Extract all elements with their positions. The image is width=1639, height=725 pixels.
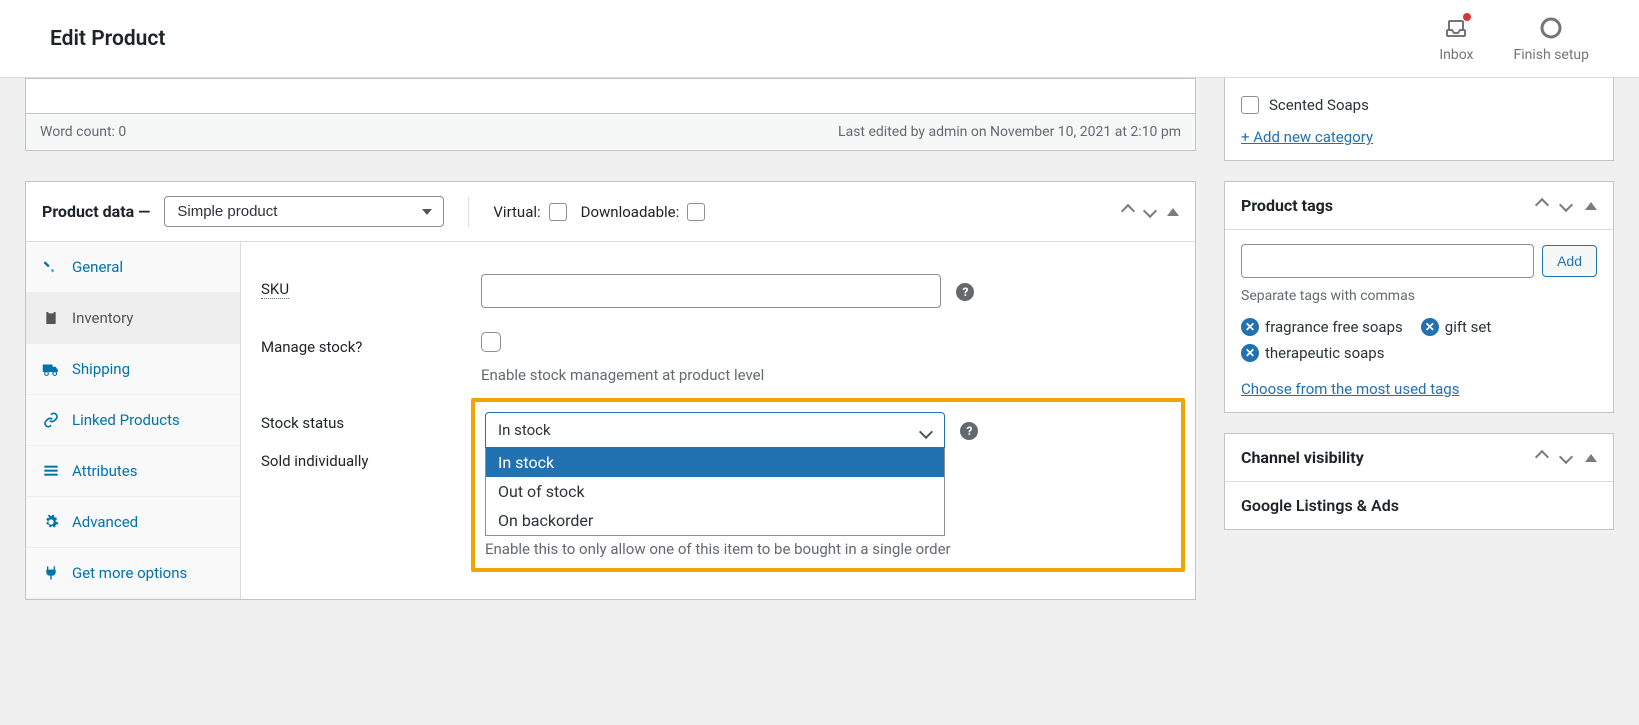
remove-tag-icon[interactable]: ✕ [1241, 318, 1259, 336]
tab-inventory[interactable]: Inventory [26, 293, 240, 344]
editor-footer: Word count: 0 Last edited by admin on No… [25, 114, 1196, 151]
tab-shipping[interactable]: Shipping [26, 344, 240, 395]
sku-label: SKU [261, 274, 461, 298]
choose-tags-link[interactable]: Choose from the most used tags [1241, 380, 1459, 398]
link-icon [42, 411, 60, 429]
tab-general[interactable]: General [26, 242, 240, 293]
tag-chip[interactable]: ✕ therapeutic soaps [1241, 344, 1384, 362]
product-tags-title: Product tags [1241, 196, 1333, 215]
metabox-up-icon[interactable] [1537, 198, 1547, 214]
product-data-content: SKU ? Manage stock? Enable stock managem… [241, 242, 1195, 599]
finish-setup-icon [1538, 15, 1564, 41]
notification-dot-icon [1463, 13, 1471, 21]
finish-setup-label: Finish setup [1514, 47, 1590, 63]
inbox-icon [1443, 15, 1469, 41]
downloadable-checkbox-label[interactable]: Downloadable: [581, 203, 706, 221]
metabox-down-icon[interactable] [1561, 450, 1571, 466]
metabox-down-icon[interactable] [1561, 198, 1571, 214]
channel-visibility-title: Channel visibility [1241, 448, 1364, 467]
virtual-checkbox[interactable] [549, 203, 567, 221]
metabox-toggle-icon[interactable] [1585, 450, 1597, 466]
tag-chip[interactable]: ✕ gift set [1421, 318, 1492, 336]
tab-linked-label: Linked Products [72, 411, 180, 429]
divider [468, 197, 469, 227]
downloadable-checkbox[interactable] [687, 203, 705, 221]
inbox-label: Inbox [1439, 47, 1473, 63]
top-bar: Edit Product Inbox Finish setup [0, 0, 1639, 78]
sold-individually-desc: Enable this to only allow one of this it… [485, 540, 1171, 558]
virtual-label: Virtual: [493, 203, 540, 221]
last-edited: Last edited by admin on November 10, 202… [838, 124, 1181, 140]
product-data-header: Product data — Simple product Virtual: D… [26, 182, 1195, 242]
tab-general-label: General [72, 258, 123, 276]
word-count: Word count: 0 [40, 124, 126, 140]
manage-stock-label: Manage stock? [261, 332, 461, 356]
manage-stock-desc: Enable stock management at product level [481, 366, 1175, 384]
category-label: Scented Soaps [1269, 96, 1369, 114]
tab-linked-products[interactable]: Linked Products [26, 395, 240, 446]
plug-icon [42, 564, 60, 582]
remove-tag-icon[interactable]: ✕ [1241, 344, 1259, 362]
editor-body-strip [25, 78, 1196, 114]
add-category-link[interactable]: + Add new category [1241, 128, 1373, 146]
tag-chip[interactable]: ✕ fragrance free soaps [1241, 318, 1403, 336]
downloadable-label: Downloadable: [581, 203, 680, 221]
stock-status-label: Stock status [261, 408, 461, 432]
gear-icon [42, 513, 60, 531]
tab-advanced[interactable]: Advanced [26, 497, 240, 548]
product-data-panel: Product data — Simple product Virtual: D… [25, 181, 1196, 600]
metabox-up-icon[interactable] [1537, 450, 1547, 466]
channel-visibility-metabox: Channel visibility Google Listings & Ads [1224, 433, 1614, 530]
wrench-icon [42, 258, 60, 276]
tag-label: fragrance free soaps [1265, 318, 1403, 336]
tag-label: therapeutic soaps [1265, 344, 1384, 362]
tag-label: gift set [1445, 318, 1492, 336]
help-icon[interactable]: ? [956, 283, 974, 301]
page-title: Edit Product [50, 27, 165, 51]
stock-option-on-backorder[interactable]: On backorder [486, 506, 944, 535]
product-tags-metabox: Product tags Add Separate tags with comm… [1224, 181, 1614, 413]
tab-advanced-label: Advanced [72, 513, 138, 531]
category-item[interactable]: Scented Soaps [1241, 92, 1597, 118]
panel-toggle-icon[interactable] [1167, 204, 1179, 220]
panel-down-icon[interactable] [1145, 204, 1155, 220]
finish-setup-button[interactable]: Finish setup [1514, 15, 1590, 63]
product-type-select[interactable]: Simple product [164, 196, 444, 227]
truck-icon [42, 360, 60, 378]
category-checkbox[interactable] [1241, 96, 1259, 114]
panel-controls [1123, 204, 1179, 220]
remove-tag-icon[interactable]: ✕ [1421, 318, 1439, 336]
manage-stock-checkbox[interactable] [481, 332, 501, 352]
stock-option-out-of-stock[interactable]: Out of stock [486, 477, 944, 506]
stock-status-select[interactable]: In stock [485, 412, 945, 448]
tab-inventory-label: Inventory [72, 309, 133, 327]
clipboard-icon [42, 309, 60, 327]
tag-hint: Separate tags with commas [1241, 288, 1597, 304]
stock-option-in-stock[interactable]: In stock [486, 448, 944, 477]
list-icon [42, 462, 60, 480]
sku-input[interactable] [481, 274, 941, 308]
help-icon[interactable]: ? [960, 422, 978, 440]
tab-more-label: Get more options [72, 564, 187, 582]
stock-status-dropdown: In stock Out of stock On backorder [485, 448, 945, 536]
add-tag-button[interactable]: Add [1542, 245, 1597, 277]
topbar-actions: Inbox Finish setup [1439, 15, 1589, 63]
tab-shipping-label: Shipping [72, 360, 130, 378]
metabox-toggle-icon[interactable] [1585, 198, 1597, 214]
virtual-checkbox-label[interactable]: Virtual: [493, 203, 566, 221]
stock-status-highlight: In stock ? In stock Out of stock On back… [471, 398, 1185, 572]
product-data-tabs: General Inventory Shipping Linked Produc… [26, 242, 241, 599]
categories-metabox: Scented Soaps + Add new category [1224, 78, 1614, 161]
tab-attributes-label: Attributes [72, 462, 138, 480]
inbox-button[interactable]: Inbox [1439, 15, 1473, 63]
channel-item: Google Listings & Ads [1241, 496, 1597, 515]
panel-up-icon[interactable] [1123, 204, 1133, 220]
product-data-title: Product data — [42, 202, 150, 221]
tab-attributes[interactable]: Attributes [26, 446, 240, 497]
tag-input[interactable] [1241, 244, 1534, 278]
tab-get-more[interactable]: Get more options [26, 548, 240, 599]
